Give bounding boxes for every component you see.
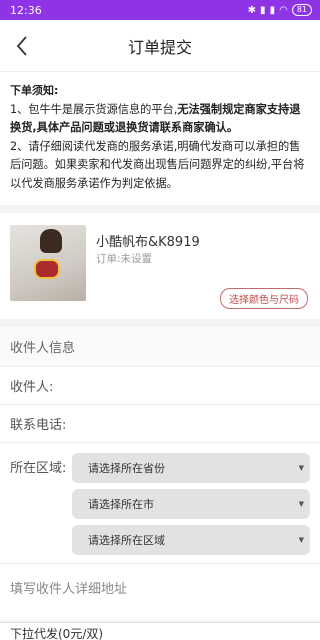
signal-icon-2: ▮ [269, 4, 276, 16]
section-title: 收件人信息 [0, 327, 320, 367]
province-select[interactable]: 请选择所在省份 ▼ [72, 453, 310, 483]
wifi-icon: ◠ [279, 4, 288, 16]
product-image-bag [34, 259, 60, 279]
battery-icon: 81 [291, 4, 312, 16]
province-select-label: 请选择所在省份 [88, 462, 165, 475]
product-image[interactable] [10, 225, 86, 301]
chevron-left-icon [16, 36, 27, 56]
district-select[interactable]: 请选择所在区域 ▼ [72, 525, 310, 555]
city-select[interactable]: 请选择所在市 ▼ [72, 489, 310, 519]
dropdown-arrow-icon: ▼ [298, 464, 304, 472]
notice-title: 下单须知: [10, 84, 59, 97]
divider [0, 205, 320, 213]
back-button[interactable] [8, 32, 36, 60]
bottom-bar-text: 下拉代发(0元/双) [10, 627, 104, 640]
header: 订单提交 [0, 20, 320, 72]
bluetooth-icon: ✱ [247, 4, 257, 16]
product-image-hair [40, 229, 62, 253]
status-time: 12:36 [10, 3, 42, 17]
area-selects: 请选择所在省份 ▼ 请选择所在市 ▼ 请选择所在区域 ▼ [72, 453, 310, 555]
page-title: 订单提交 [127, 37, 192, 57]
product-name: 小酷帆布&K8919 [96, 235, 200, 250]
divider [0, 319, 320, 327]
status-bar: 12:36 ✱ ▮ ▮ ◠ 81 [0, 0, 320, 20]
signal-icon: ▮ [260, 4, 266, 16]
dropdown-arrow-icon: ▼ [298, 536, 304, 544]
city-select-label: 请选择所在市 [88, 498, 154, 511]
recipient-label: 收件人: [10, 380, 54, 395]
phone-label: 联系电话: [10, 418, 67, 433]
notice-paragraph-2: 2、请仔细阅读代发商的服务承诺,明确代发商可以承担的售后问题。如果卖家和代发商出… [10, 139, 305, 190]
dropdown-arrow-icon: ▼ [298, 500, 304, 508]
recipient-field[interactable]: 收件人: [0, 367, 320, 405]
product-spec: 订单:未设置 [96, 253, 153, 265]
address-input[interactable]: 填写收件人详细地址 [0, 564, 320, 620]
product-card: 小酷帆布&K8919 订单:未设置 选择颜色与尺码 [0, 213, 320, 319]
area-label: 所在区域: [10, 461, 67, 476]
status-icons: ✱ ▮ ▮ ◠ 81 [248, 4, 312, 16]
order-notice: 下单须知: 1、包牛牛是展示货源信息的平台,无法强制规定商家支持退换货,具体产品… [0, 72, 320, 205]
choose-color-size-button[interactable]: 选择颜色与尺码 [220, 288, 308, 309]
notice-p1-normal: 1、包牛牛是展示货源信息的平台, [10, 102, 178, 116]
area-field: 所在区域: 请选择所在省份 ▼ 请选择所在市 ▼ 请选择所在区域 ▼ [0, 443, 320, 564]
bottom-bar: 下拉代发(0元/双) [0, 622, 320, 640]
phone-field[interactable]: 联系电话: [0, 405, 320, 443]
district-select-label: 请选择所在区域 [88, 534, 165, 547]
notice-paragraph-1: 1、包牛牛是展示货源信息的平台,无法强制规定商家支持退换货,具体产品问题或退换货… [10, 101, 310, 138]
recipient-form: 收件人信息 收件人: 联系电话: 所在区域: 请选择所在省份 ▼ 请选择所在市 ▼ … [0, 327, 320, 620]
